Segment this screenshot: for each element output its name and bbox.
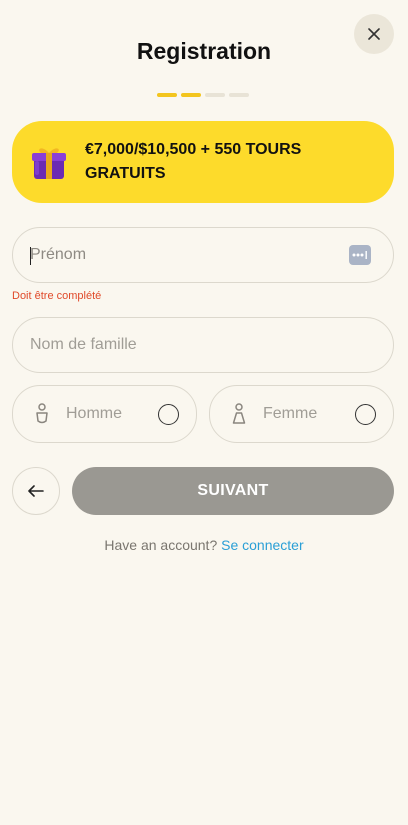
page-title: Registration xyxy=(136,38,272,64)
step-indicator xyxy=(157,93,249,97)
login-link[interactable]: Se connecter xyxy=(221,537,304,553)
autofill-key-icon[interactable] xyxy=(349,245,371,265)
step-2 xyxy=(181,93,201,97)
next-button[interactable]: SUIVANT xyxy=(72,467,394,515)
login-prompt: Have an account? Se connecter xyxy=(0,537,408,553)
step-1 xyxy=(157,93,177,97)
gift-icon xyxy=(32,148,66,179)
bonus-banner: €7,000/$10,500 + 550 TOURS GRATUITS xyxy=(12,121,394,203)
login-question: Have an account? xyxy=(104,537,218,553)
male-icon xyxy=(36,403,48,424)
first-name-error: Doit être complété xyxy=(12,290,102,302)
first-name-field[interactable] xyxy=(12,227,394,283)
back-button[interactable] xyxy=(12,467,60,515)
female-icon xyxy=(232,403,246,424)
step-3 xyxy=(205,93,225,97)
last-name-field[interactable] xyxy=(12,317,394,373)
male-label: Homme xyxy=(66,405,123,422)
last-name-input[interactable] xyxy=(30,318,393,372)
male-radio[interactable] xyxy=(158,404,179,425)
text-caret xyxy=(30,247,31,265)
female-radio[interactable] xyxy=(355,404,376,425)
gender-option-male[interactable]: Homme xyxy=(12,385,197,443)
female-label: Femme xyxy=(263,405,318,422)
bonus-text: €7,000/$10,500 + 550 TOURS GRATUITS xyxy=(85,141,302,182)
arrow-left-icon xyxy=(28,485,44,497)
first-name-input[interactable] xyxy=(30,228,393,282)
step-4 xyxy=(229,93,249,97)
gender-option-female[interactable]: Femme xyxy=(209,385,394,443)
